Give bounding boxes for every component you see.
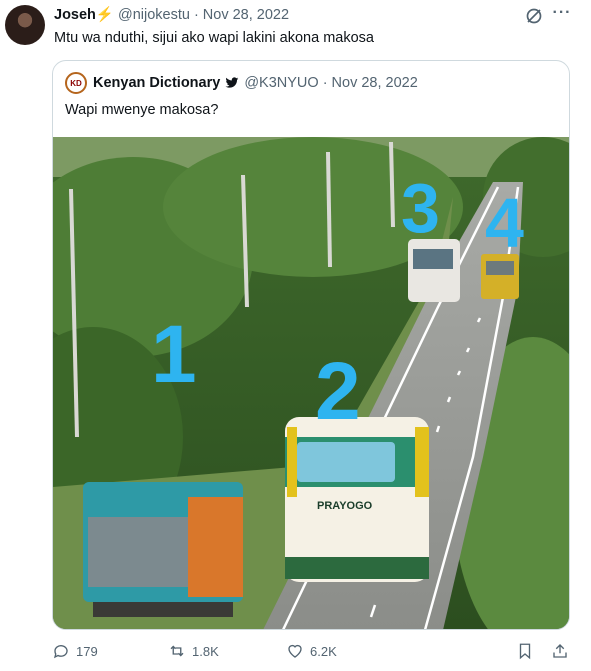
reply-button[interactable]: 179 (52, 642, 98, 660)
like-count: 6.2K (310, 643, 337, 659)
tweet-date[interactable]: Nov 28, 2022 (203, 7, 289, 23)
grok-icon[interactable] (524, 6, 544, 26)
overlay-number-4: 4 (485, 184, 524, 262)
more-options-icon[interactable]: ··· (551, 4, 573, 24)
share-icon (553, 644, 567, 658)
author-name[interactable]: Joseh (54, 7, 96, 23)
quoted-tweet-text: Wapi mwenye makosa? (65, 102, 219, 118)
author-handle[interactable]: @nijokestu (118, 7, 190, 23)
share-button[interactable] (551, 642, 575, 660)
bookmark-button[interactable] (516, 642, 540, 660)
overlay-number-3: 3 (401, 169, 440, 247)
separator-dot: · (322, 75, 328, 91)
overlay-number-1: 1 (151, 309, 197, 400)
reply-count: 179 (76, 643, 98, 659)
repost-count: 1.8K (192, 643, 219, 659)
tweet-header: Joseh ⚡ @nijokestu · Nov 28, 2022 (54, 6, 289, 24)
repost-button[interactable]: 1.8K (168, 642, 219, 660)
quoted-tweet[interactable]: KD Kenyan Dictionary @K3NYUO · Nov 28, 2… (52, 60, 570, 630)
quoted-author-handle[interactable]: @K3NYUO (244, 75, 318, 91)
road-photo[interactable]: 1 2 3 4 PRAYOGO (53, 137, 569, 630)
quoted-tweet-header: KD Kenyan Dictionary @K3NYUO · Nov 28, 2… (65, 72, 418, 94)
separator-dot: · (193, 6, 199, 23)
like-button[interactable]: 6.2K (286, 642, 337, 660)
author-avatar[interactable] (5, 5, 45, 45)
heart-icon (288, 644, 302, 658)
quoted-author-name[interactable]: Kenyan Dictionary (93, 75, 220, 91)
bookmark-icon (519, 643, 531, 660)
lightning-emoji: ⚡ (95, 7, 114, 23)
bird-icon (225, 77, 239, 88)
quoted-tweet-date[interactable]: Nov 28, 2022 (332, 75, 418, 91)
tweet-text: Mtu wa nduthi, sijui ako wapi lakini ako… (54, 30, 374, 46)
reply-icon (53, 645, 68, 659)
repost-icon (170, 645, 184, 657)
quoted-author-avatar[interactable]: KD (65, 72, 87, 94)
tweet-actions: 179 1.8K 6.2K (0, 640, 591, 664)
bus-brand-label: PRAYOGO (317, 500, 373, 512)
overlay-number-2: 2 (315, 346, 361, 437)
